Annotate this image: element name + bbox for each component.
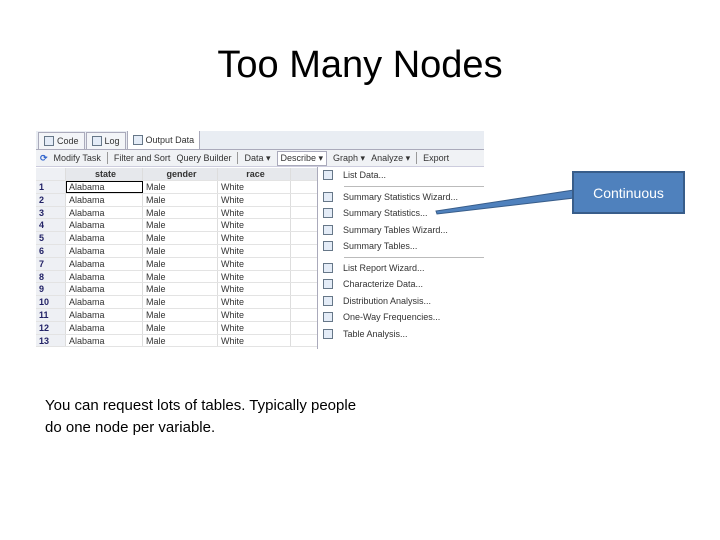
body-line: do one node per variable.: [45, 419, 216, 436]
callout-box: Continuous: [572, 171, 685, 214]
body-line: You can request lots of tables. Typicall…: [45, 397, 357, 414]
callout-pointer: [435, 189, 575, 215]
body-text: You can request lots of tables. Typicall…: [45, 395, 405, 439]
